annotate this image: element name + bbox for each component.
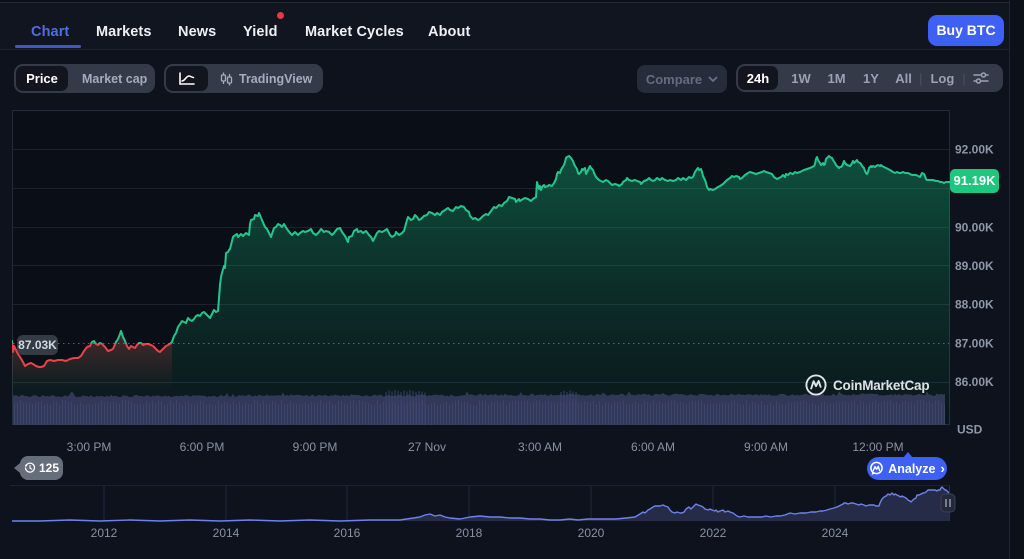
svg-text:6:00 AM: 6:00 AM xyxy=(631,440,675,454)
svg-text:88.00K: 88.00K xyxy=(955,298,994,312)
svg-text:USD: USD xyxy=(957,423,983,437)
svg-text:6:00 PM: 6:00 PM xyxy=(180,440,225,454)
svg-text:86.00K: 86.00K xyxy=(955,375,994,389)
svg-text:3:00 PM: 3:00 PM xyxy=(67,440,112,454)
svg-text:2012: 2012 xyxy=(91,526,118,540)
svg-text:2018: 2018 xyxy=(456,526,483,540)
svg-text:12:00 PM: 12:00 PM xyxy=(852,440,903,454)
svg-text:90.00K: 90.00K xyxy=(955,221,994,235)
svg-text:87.00K: 87.00K xyxy=(955,337,994,351)
svg-text:2020: 2020 xyxy=(578,526,605,540)
svg-text:9:00 PM: 9:00 PM xyxy=(293,440,338,454)
svg-text:92.00K: 92.00K xyxy=(955,143,994,157)
svg-text:2022: 2022 xyxy=(700,526,727,540)
svg-text:89.00K: 89.00K xyxy=(955,259,994,273)
svg-text:2016: 2016 xyxy=(334,526,361,540)
svg-text:9:00 AM: 9:00 AM xyxy=(744,440,788,454)
svg-text:27 Nov: 27 Nov xyxy=(408,440,446,454)
svg-text:2024: 2024 xyxy=(822,526,849,540)
svg-text:2014: 2014 xyxy=(213,526,240,540)
svg-text:3:00 AM: 3:00 AM xyxy=(518,440,562,454)
